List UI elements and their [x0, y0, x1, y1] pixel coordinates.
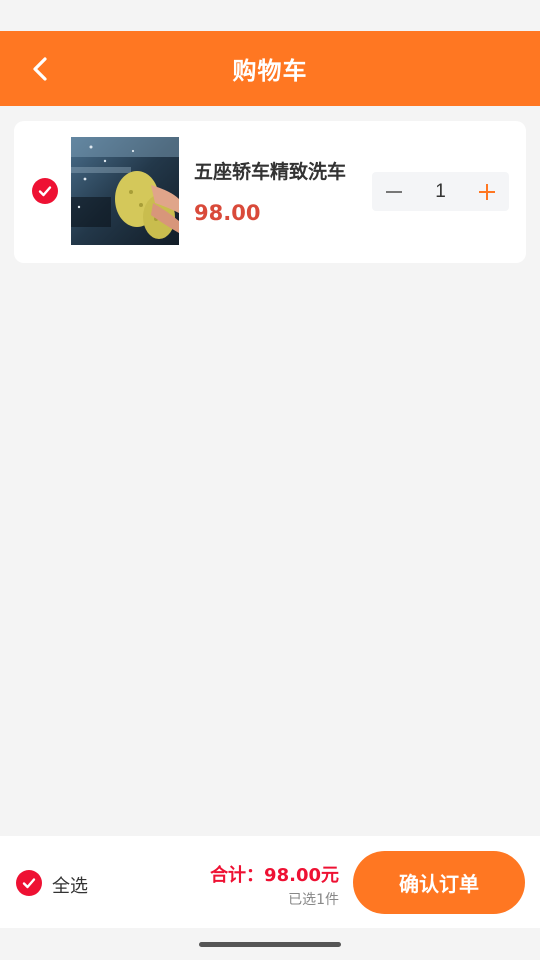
quantity-value[interactable]: 1	[421, 181, 461, 203]
selected-count: 已选1件	[288, 892, 339, 908]
status-bar	[0, 0, 540, 31]
increase-button[interactable]	[465, 172, 509, 211]
system-nav-bar	[0, 928, 540, 960]
cart-item-card: 五座轿车精致洗车 98.00 1	[14, 121, 526, 263]
confirm-order-button[interactable]: 确认订单	[353, 851, 525, 914]
quantity-stepper: 1	[372, 172, 509, 211]
checkout-bar: 全选 合计：98.00元 已选1件 确认订单	[0, 836, 540, 928]
total-amount: 合计：98.00元	[210, 865, 339, 886]
item-checkbox[interactable]	[32, 178, 58, 204]
decrease-button[interactable]	[372, 172, 416, 211]
product-price: 98.00	[194, 201, 261, 225]
minus-icon	[386, 190, 402, 193]
back-button[interactable]	[22, 49, 58, 89]
product-name[interactable]: 五座轿车精致洗车	[194, 157, 346, 184]
product-image[interactable]	[71, 137, 179, 245]
chevron-left-icon	[33, 57, 47, 81]
plus-icon	[479, 183, 495, 200]
select-all-checkbox[interactable]	[16, 870, 42, 896]
header-bar: 购物车	[0, 31, 540, 106]
select-all-label[interactable]: 全选	[52, 872, 88, 898]
check-icon	[22, 878, 36, 889]
home-indicator[interactable]	[199, 942, 341, 947]
check-icon	[38, 186, 52, 197]
page-title: 购物车	[232, 57, 308, 85]
car-wash-photo	[71, 137, 179, 245]
